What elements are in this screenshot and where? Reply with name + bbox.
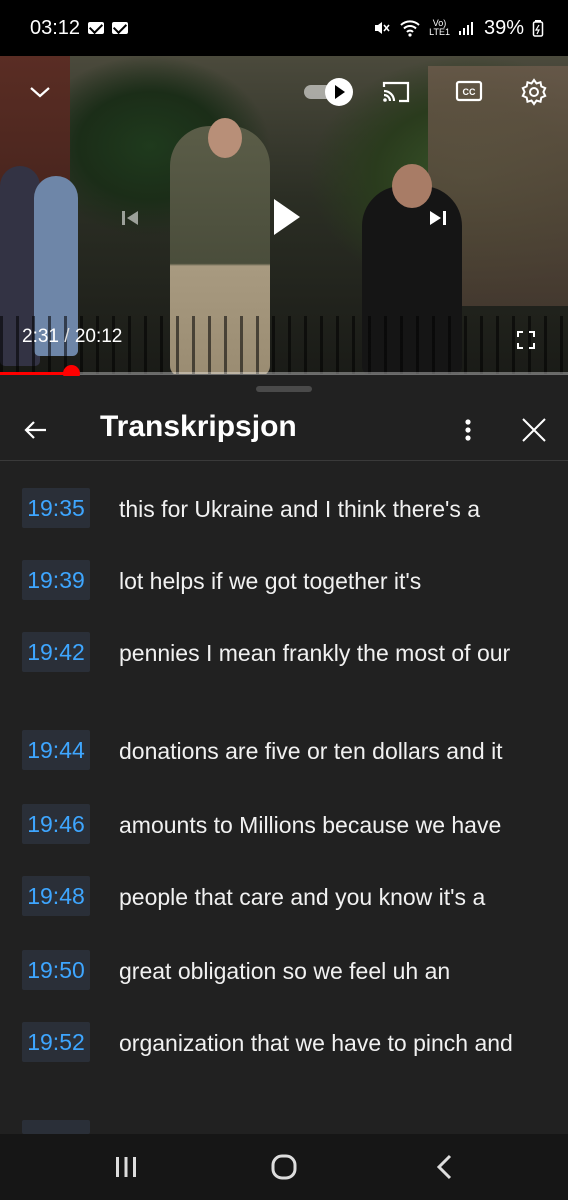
wifi-icon xyxy=(400,20,420,37)
system-nav-bar xyxy=(0,1134,568,1200)
signal-icon xyxy=(458,22,473,35)
current-time: 2:31 xyxy=(22,326,59,347)
transcript-text: pennies I mean frankly the most of our xyxy=(119,640,511,666)
play-icon xyxy=(274,199,300,235)
timestamp[interactable]: 19:35 xyxy=(22,488,90,528)
status-bar: 03:12 Vo) LTE1 39% xyxy=(0,0,568,56)
recent-apps-icon xyxy=(116,1157,136,1177)
back-nav-button[interactable] xyxy=(428,1150,464,1184)
close-button[interactable] xyxy=(518,414,550,446)
cast-button[interactable] xyxy=(380,78,412,106)
panel-header: Transkripsjon xyxy=(0,402,568,461)
next-icon xyxy=(430,211,446,225)
back-arrow-icon xyxy=(24,421,46,439)
autoplay-toggle-icon xyxy=(304,78,353,106)
next-button[interactable] xyxy=(420,200,456,236)
status-time: 03:12 xyxy=(30,16,81,39)
transcript-text: this for Ukraine and I think there's a xyxy=(119,496,481,522)
transcript-text: people that care and you know it's a xyxy=(119,884,486,910)
settings-icon xyxy=(521,78,547,106)
page-title: Transkripsjon xyxy=(100,410,297,443)
captions-button[interactable]: CC xyxy=(454,78,484,104)
play-button[interactable] xyxy=(262,192,312,242)
recent-apps-button[interactable] xyxy=(108,1152,144,1182)
video-frame-person xyxy=(208,118,242,158)
timestamp[interactable]: 19:42 xyxy=(22,632,90,672)
transcript-text: lot helps if we got together it's xyxy=(119,568,422,594)
autoplay-toggle[interactable] xyxy=(302,76,356,108)
timestamp[interactable]: 19:50 xyxy=(22,950,90,990)
svg-text:CC: CC xyxy=(463,87,476,97)
progress-bar[interactable] xyxy=(0,365,568,382)
timestamp[interactable]: 19:52 xyxy=(22,1022,90,1062)
back-button[interactable] xyxy=(20,414,52,446)
transcript-text: great obligation so we feel uh an xyxy=(119,958,451,984)
timestamp[interactable]: 19:48 xyxy=(22,876,90,916)
transcript-text: amounts to Millions because we have xyxy=(119,812,502,838)
mail-icon xyxy=(88,22,105,34)
progress-fill xyxy=(0,372,71,375)
back-icon xyxy=(436,1154,452,1180)
transcript-text: donations are five or ten dollars and it xyxy=(119,738,503,764)
more-vert-icon xyxy=(465,419,471,441)
time-separator: / xyxy=(64,326,70,347)
fullscreen-button[interactable] xyxy=(510,324,542,356)
home-icon xyxy=(271,1154,297,1180)
timestamp[interactable]: 19:44 xyxy=(22,730,90,770)
battery-icon xyxy=(532,20,544,37)
close-icon xyxy=(522,418,546,442)
transcript-panel: Transkripsjon 19:35 this for Ukraine and… xyxy=(0,376,568,1134)
previous-icon xyxy=(122,211,138,225)
more-options-button[interactable] xyxy=(456,414,480,446)
chevron-down-icon xyxy=(30,87,50,98)
network-type: Vo) LTE1 xyxy=(429,18,450,37)
fullscreen-icon xyxy=(517,331,535,349)
timestamp[interactable] xyxy=(22,1120,90,1134)
mute-icon xyxy=(375,22,390,34)
cc-icon: CC xyxy=(455,80,483,102)
transcript-text: organization that we have to pinch and xyxy=(119,1030,513,1056)
duration: 20:12 xyxy=(74,326,123,347)
timestamp[interactable]: 19:46 xyxy=(22,804,90,844)
video-player[interactable]: CC 2:31 / 20:12 xyxy=(0,56,568,374)
video-time: 2:31 / 20:12 xyxy=(22,326,122,348)
drag-handle[interactable] xyxy=(256,386,312,392)
previous-button[interactable] xyxy=(112,200,148,236)
timestamp[interactable]: 19:39 xyxy=(22,560,90,600)
settings-button[interactable] xyxy=(518,76,550,108)
home-button[interactable] xyxy=(266,1150,302,1184)
mail-icon xyxy=(112,22,129,34)
cast-icon xyxy=(382,81,410,103)
minimize-button[interactable] xyxy=(24,78,56,106)
battery-percent: 39% xyxy=(483,16,524,39)
